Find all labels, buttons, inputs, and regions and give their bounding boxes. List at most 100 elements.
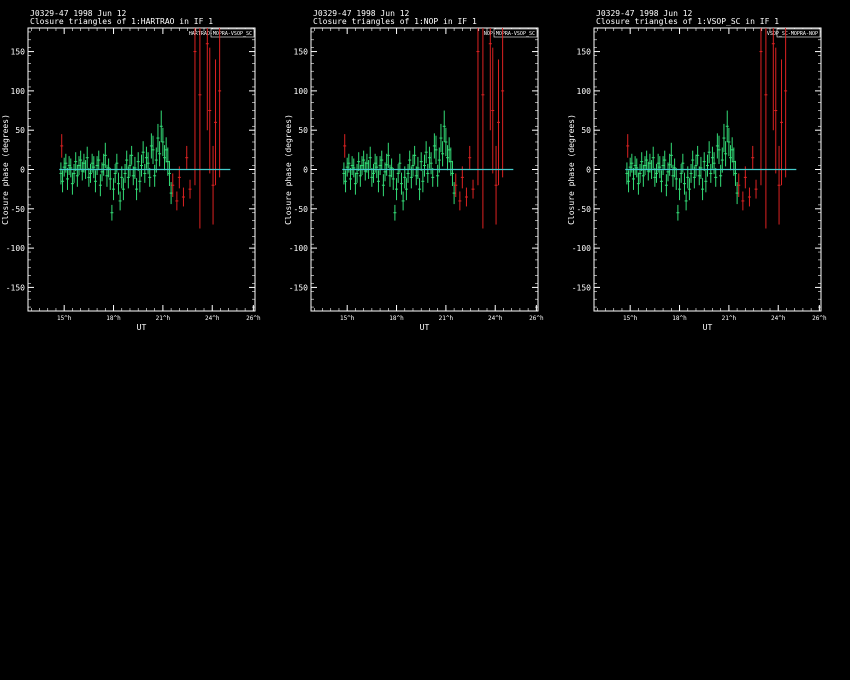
x-tick-label: 24^h — [205, 315, 220, 322]
y-tick-label: 50 — [581, 126, 591, 135]
data-point — [696, 145, 700, 165]
data-point — [404, 178, 408, 201]
data-point — [691, 150, 695, 170]
data-point — [712, 152, 716, 175]
data-point — [717, 135, 721, 164]
data-point — [424, 141, 428, 164]
data-point — [444, 127, 448, 157]
data-point — [164, 137, 168, 163]
data-point — [360, 156, 364, 176]
y-tick-label: -50 — [11, 205, 26, 214]
data-point — [98, 174, 102, 197]
data-point — [631, 167, 635, 190]
data-point — [421, 170, 425, 193]
data-point — [75, 164, 79, 187]
data-point — [636, 172, 640, 195]
data-point — [158, 141, 162, 167]
data-point — [710, 146, 714, 169]
data-point — [714, 167, 718, 187]
data-point — [709, 163, 713, 183]
data-point — [725, 110, 729, 142]
data-point — [751, 145, 755, 170]
data-point — [733, 160, 737, 187]
data-point — [741, 191, 745, 211]
data-point — [724, 141, 728, 167]
y-tick-label: -150 — [572, 283, 591, 292]
data-point — [146, 152, 150, 175]
x-tick-label: 15^h — [340, 315, 355, 322]
data-point — [468, 145, 472, 170]
x-tick-label: 26^h — [812, 315, 827, 322]
data-point — [188, 179, 192, 199]
data-point — [140, 154, 143, 177]
data-point — [110, 204, 114, 221]
data-point — [732, 147, 736, 176]
data-point — [423, 154, 426, 177]
y-tick-label: -50 — [577, 205, 592, 214]
data-point — [69, 158, 73, 178]
data-point — [701, 178, 705, 201]
y-tick-label: 50 — [15, 126, 25, 135]
x-axis-label: UT — [420, 323, 430, 332]
y-tick-label: -150 — [289, 283, 308, 292]
x-tick-label: 21^h — [156, 315, 171, 322]
data-point — [154, 147, 158, 173]
legend: VSOP_SC-MOPRA-NOP — [767, 28, 821, 38]
data-point — [93, 170, 97, 193]
data-point — [669, 142, 673, 168]
y-tick-label: 50 — [298, 126, 308, 135]
data-point — [447, 137, 451, 163]
data-point — [345, 157, 349, 177]
data-point — [674, 167, 678, 190]
data-point — [411, 154, 415, 177]
y-tick-label: -100 — [6, 244, 25, 253]
data-point — [418, 178, 422, 201]
data-point — [92, 156, 96, 179]
chart-subtitle: Closure triangles of 1:HARTRAO in IF 1 — [30, 17, 213, 26]
data-point — [638, 163, 642, 183]
data-point — [141, 141, 145, 164]
data-point — [441, 141, 445, 167]
data-point — [149, 133, 153, 159]
data-point — [85, 146, 89, 169]
data-point — [715, 133, 719, 159]
data-point — [363, 161, 367, 181]
series-0 — [625, 110, 739, 221]
series-1 — [343, 28, 505, 229]
data-point — [376, 170, 380, 193]
data-point — [72, 163, 76, 183]
data-point — [464, 187, 468, 207]
y-tick-label: -100 — [572, 244, 591, 253]
data-point — [143, 163, 147, 183]
data-point — [399, 172, 403, 195]
data-point — [348, 167, 352, 190]
legend: NOP-MOPRA-VSOP_SC — [484, 28, 538, 38]
data-point — [77, 156, 81, 176]
data-point — [684, 191, 688, 211]
data-point — [628, 157, 632, 177]
data-point — [353, 172, 357, 195]
series-0 — [59, 110, 173, 221]
y-tick-label: 150 — [11, 48, 26, 57]
data-point — [702, 152, 706, 172]
data-point — [381, 174, 385, 197]
data-point — [65, 167, 69, 190]
data-point — [368, 146, 372, 169]
data-point — [439, 123, 443, 153]
data-point — [60, 134, 64, 158]
y-tick-label: 0 — [303, 166, 308, 175]
data-point — [181, 187, 185, 207]
data-point — [729, 145, 733, 171]
y-tick-label: 100 — [294, 87, 309, 96]
data-point — [112, 178, 116, 201]
data-point — [653, 167, 657, 187]
data-point — [167, 160, 171, 187]
data-point — [370, 167, 374, 187]
data-point — [722, 123, 726, 153]
data-point — [391, 167, 395, 190]
data-point — [378, 156, 382, 176]
data-point — [102, 153, 106, 176]
data-point — [352, 158, 356, 178]
data-point — [673, 158, 677, 178]
data-point — [153, 164, 157, 187]
